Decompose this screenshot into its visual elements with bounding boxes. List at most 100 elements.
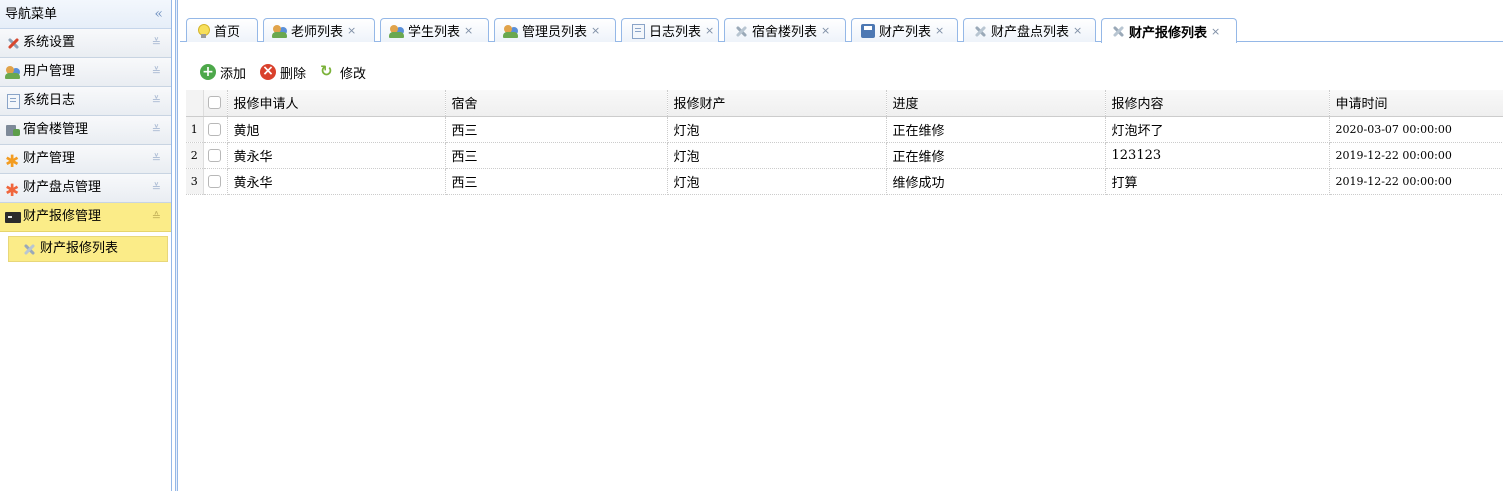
tab-asset-list[interactable]: 财产列表 ×: [851, 18, 958, 42]
column-header-applicant[interactable]: 报修申请人: [227, 90, 446, 117]
collapse-sidebar-icon[interactable]: «: [154, 0, 163, 29]
close-icon[interactable]: ×: [1073, 24, 1082, 37]
chevron-down-icon[interactable]: ≚: [152, 116, 161, 144]
nav-panel-label: 财产盘点管理: [23, 180, 102, 195]
tools-icon: [21, 241, 37, 257]
row-checkbox[interactable]: [207, 174, 221, 188]
table-row[interactable]: 2 黄永华 西三 灯泡 正在维修 123123 2019-12-22 00:00…: [186, 142, 1503, 169]
table-row[interactable]: 3 黄永华 西三 灯泡 维修成功 打算 2019-12-22 00:00:00: [186, 168, 1503, 195]
tab-label: 宿舍楼列表: [752, 25, 818, 40]
close-icon[interactable]: ×: [464, 24, 473, 37]
edit-button[interactable]: 修改: [320, 62, 367, 82]
nav-panel-dorm-management[interactable]: 宿舍楼管理 ≚: [0, 116, 171, 145]
nav-panel-asset-management[interactable]: 财产管理 ≚: [0, 145, 171, 176]
row-number: 2: [186, 142, 204, 169]
chevron-down-icon[interactable]: ≚: [152, 87, 161, 115]
nav-panel-repair-management[interactable]: 财产报修管理 ≙: [0, 203, 171, 232]
row-checkbox[interactable]: [207, 148, 221, 162]
tab-log-list[interactable]: 日志列表 ×: [621, 18, 719, 42]
nav-panel-system-log[interactable]: 系统日志 ≚: [0, 87, 171, 116]
chevron-down-icon[interactable]: ≚: [152, 29, 161, 57]
cell-applicant: 黄永华: [227, 142, 446, 169]
close-icon[interactable]: ×: [821, 24, 830, 37]
cell-progress: 正在维修: [886, 142, 1106, 169]
nav-panel-label: 用户管理: [23, 64, 76, 79]
inventory-icon: [5, 177, 21, 205]
tab-student-list[interactable]: 学生列表 ×: [380, 18, 489, 42]
users-icon: [389, 23, 405, 39]
tab-label: 财产报修列表: [1129, 25, 1208, 41]
cell-asset: 灯泡: [667, 168, 887, 195]
chevron-down-icon[interactable]: ≚: [152, 58, 161, 86]
nav-panel-system-settings[interactable]: 系统设置 ≚: [0, 29, 171, 58]
close-icon[interactable]: ×: [1211, 25, 1220, 38]
column-header-apply-time[interactable]: 申请时间: [1329, 90, 1503, 117]
cell-asset: 灯泡: [667, 116, 887, 143]
cell-asset: 灯泡: [667, 142, 887, 169]
edit-icon: [320, 62, 336, 80]
row-checkbox[interactable]: [207, 122, 221, 136]
tab-dorm-building-list[interactable]: 宿舍楼列表 ×: [724, 18, 846, 42]
nav-panel-label: 系统日志: [23, 93, 76, 108]
layout-splitter[interactable]: [175, 0, 178, 491]
close-icon[interactable]: ×: [705, 24, 714, 37]
chevron-up-icon[interactable]: ≙: [152, 203, 161, 231]
repair-table: 报修申请人 宿舍 报修财产 进度 报修内容 申请时间 1 黄旭 西三 灯泡 正在…: [186, 90, 1503, 195]
cell-applicant: 黄旭: [227, 116, 446, 143]
tab-inventory-list[interactable]: 财产盘点列表 ×: [963, 18, 1096, 42]
edit-button-label: 修改: [340, 66, 367, 82]
tools-icon: [5, 35, 21, 51]
nav-panel-inventory-management[interactable]: 财产盘点管理 ≚: [0, 174, 171, 205]
tab-teacher-list[interactable]: 老师列表 ×: [263, 18, 375, 42]
row-checkbox-cell[interactable]: [203, 142, 228, 169]
table-header-row: 报修申请人 宿舍 报修财产 进度 报修内容 申请时间: [186, 90, 1503, 117]
nav-sub-item-repair-list[interactable]: 财产报修列表: [8, 236, 168, 262]
tools-icon: [972, 23, 988, 39]
chevron-down-icon[interactable]: ≚: [152, 174, 161, 202]
add-button[interactable]: 添加: [200, 63, 246, 82]
column-header-progress[interactable]: 进度: [886, 90, 1106, 117]
cell-progress: 维修成功: [886, 168, 1106, 195]
bulb-icon: [195, 23, 211, 39]
select-all-checkbox[interactable]: [207, 96, 221, 110]
tab-repair-list[interactable]: 财产报修列表 ×: [1101, 18, 1237, 43]
tab-label: 财产列表: [879, 25, 932, 40]
nav-panel-body: 财产报修列表: [0, 232, 171, 265]
tools-icon: [1110, 23, 1126, 39]
row-number-header: [186, 90, 204, 117]
tab-admin-list[interactable]: 管理员列表 ×: [494, 18, 616, 42]
row-checkbox-cell[interactable]: [203, 116, 228, 143]
column-header-dorm[interactable]: 宿舍: [445, 90, 668, 117]
cell-content: 123123: [1105, 142, 1330, 169]
tab-home[interactable]: 首页: [186, 18, 258, 42]
select-all-checkbox-cell[interactable]: [203, 90, 228, 117]
close-icon[interactable]: ×: [591, 24, 600, 37]
nav-panel-user-management[interactable]: 用户管理 ≚: [0, 58, 171, 87]
cell-dorm: 西三: [445, 116, 668, 143]
nav-panel-label: 宿舍楼管理: [23, 122, 89, 137]
nav-panel-label: 系统设置: [23, 35, 76, 50]
table-row[interactable]: 1 黄旭 西三 灯泡 正在维修 灯泡坏了 2020-03-07 00:00:00: [186, 116, 1503, 143]
navigation-sidebar: 导航菜单 « 系统设置 ≚ 用户管理 ≚ 系统日志 ≚ 宿舍楼管理 ≚ 财产管理…: [0, 0, 172, 491]
cell-applicant: 黄永华: [227, 168, 446, 195]
main-content: 首页 老师列表 × 学生列表 × 管理员列表 × 日志列表 × 宿舍楼列表 ×: [180, 0, 1503, 491]
delete-icon: [260, 64, 277, 80]
column-header-content[interactable]: 报修内容: [1105, 90, 1330, 117]
tab-strip: 首页 老师列表 × 学生列表 × 管理员列表 × 日志列表 × 宿舍楼列表 ×: [180, 14, 1503, 43]
nav-panel-label: 财产管理: [23, 151, 76, 166]
repair-data-grid: 报修申请人 宿舍 报修财产 进度 报修内容 申请时间 1 黄旭 西三 灯泡 正在…: [186, 90, 1503, 195]
add-button-label: 添加: [220, 66, 247, 82]
tab-label: 财产盘点列表: [991, 25, 1070, 40]
delete-button[interactable]: 删除: [260, 63, 306, 82]
row-checkbox-cell[interactable]: [203, 168, 228, 195]
cell-apply-time: 2020-03-07 00:00:00: [1329, 116, 1503, 143]
log-icon: [5, 93, 21, 109]
log-icon: [630, 23, 646, 39]
cell-apply-time: 2019-12-22 00:00:00: [1329, 142, 1503, 169]
chevron-down-icon[interactable]: ≚: [152, 145, 161, 173]
close-icon[interactable]: ×: [935, 24, 944, 37]
cell-content: 打算: [1105, 168, 1330, 195]
column-header-asset[interactable]: 报修财产: [667, 90, 887, 117]
close-icon[interactable]: ×: [347, 24, 356, 37]
grid-toolbar: 添加 删除 修改: [180, 58, 1503, 86]
